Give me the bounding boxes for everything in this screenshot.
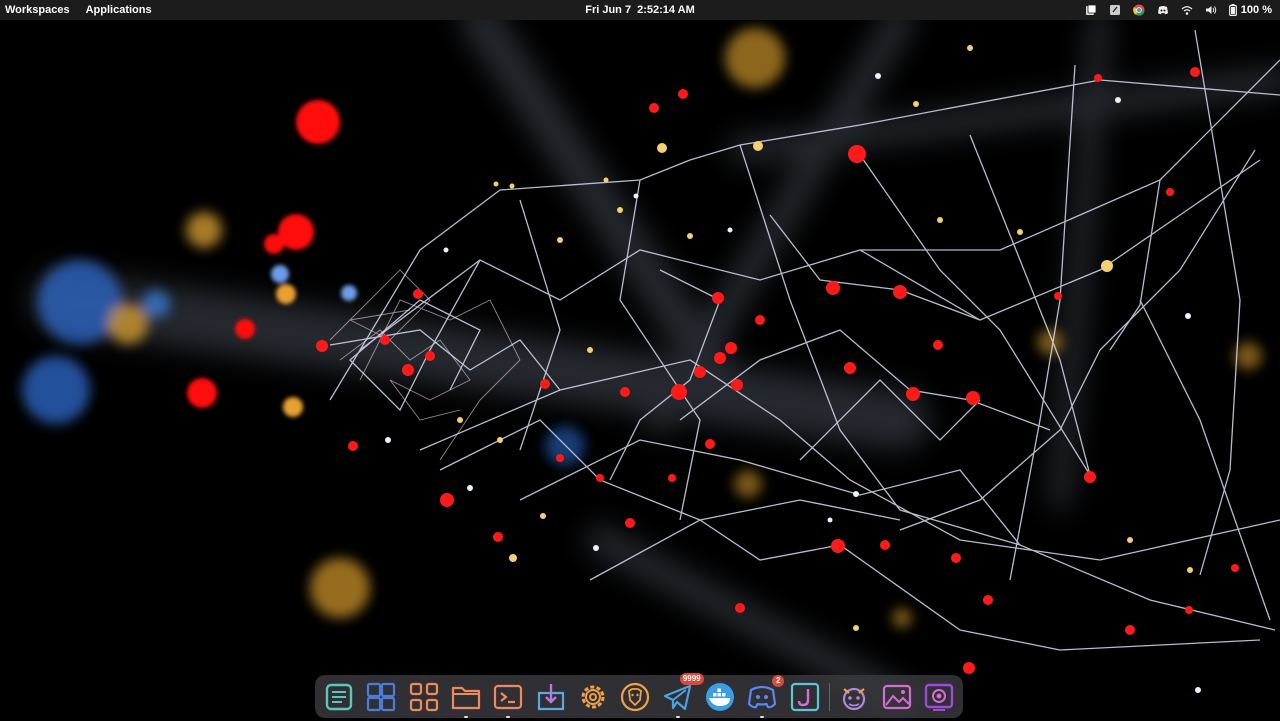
- telegram-icon[interactable]: 9999: [660, 672, 704, 718]
- brave-browser-icon[interactable]: [617, 679, 653, 715]
- notification-badge: 2: [772, 674, 785, 687]
- date-label[interactable]: Fri Jun 7: [585, 4, 631, 16]
- workspace-grid-icon[interactable]: [363, 679, 399, 715]
- terminal-icon[interactable]: [490, 679, 526, 718]
- dock-separator: [828, 682, 830, 711]
- discord-icon[interactable]: [1157, 4, 1169, 16]
- files-icon[interactable]: [448, 679, 484, 718]
- battery-icon[interactable]: 100 %: [1228, 4, 1272, 16]
- dock: 9999 2: [315, 672, 963, 718]
- clipboard-icon[interactable]: [1085, 4, 1097, 16]
- notes-icon[interactable]: [1109, 4, 1121, 16]
- battery-percentage: 100 %: [1240, 4, 1272, 16]
- applications-button[interactable]: Applications: [86, 4, 152, 16]
- running-indicator: [760, 715, 765, 718]
- running-indicator: [463, 715, 468, 718]
- volume-icon[interactable]: [1205, 4, 1217, 16]
- time-label[interactable]: 2:52:14 AM: [637, 4, 695, 16]
- chrome-icon[interactable]: [1132, 4, 1145, 16]
- desktop-wallpaper: [0, 0, 1280, 721]
- notes-app-icon[interactable]: [321, 679, 357, 715]
- app-grid-icon[interactable]: [406, 679, 442, 715]
- notification-badge: 9999: [679, 672, 704, 685]
- top-panel: Workspaces Applications Fri Jun 7 2:52:1…: [0, 0, 1280, 20]
- gimp-icon[interactable]: [836, 679, 872, 715]
- discord-app-icon[interactable]: 2: [744, 674, 785, 718]
- jetbrains-icon[interactable]: [787, 679, 823, 715]
- image-viewer-icon[interactable]: [879, 679, 915, 715]
- running-indicator: [506, 715, 511, 718]
- docker-icon[interactable]: [702, 679, 738, 715]
- running-indicator: [675, 715, 680, 718]
- workspaces-button[interactable]: Workspaces: [5, 4, 70, 16]
- software-center-icon[interactable]: [533, 679, 569, 715]
- screen-recorder-icon[interactable]: [921, 679, 957, 715]
- settings-icon[interactable]: [575, 679, 611, 715]
- wifi-icon[interactable]: [1181, 4, 1193, 16]
